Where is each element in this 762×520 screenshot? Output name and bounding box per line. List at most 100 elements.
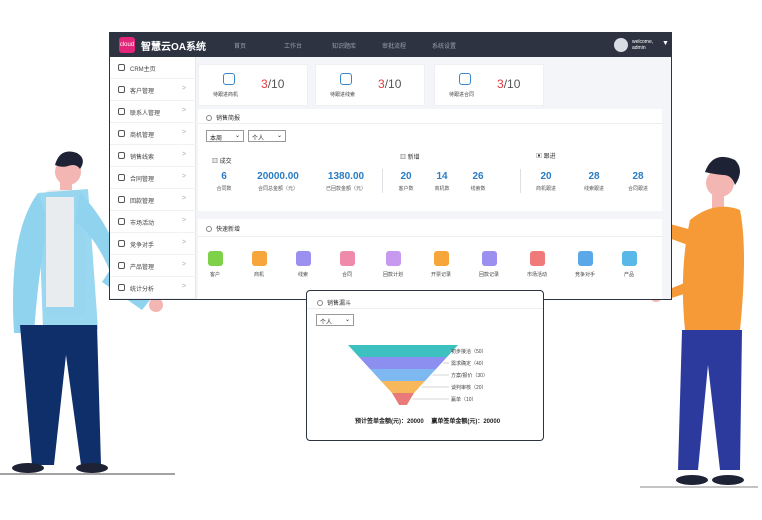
funnel-stage bbox=[392, 393, 414, 405]
todo-card-opportunities[interactable]: 待跟进商机 3/10 bbox=[198, 64, 308, 106]
nav-settings[interactable]: 系统设置 bbox=[432, 41, 456, 50]
funnel-stage-label: 初步接洽（50） bbox=[451, 348, 487, 355]
added-group-label: ▥ 新增 bbox=[400, 155, 420, 161]
todo-label: 待跟进线索 bbox=[330, 92, 356, 98]
quick-add-item[interactable]: 回款记录 bbox=[474, 251, 504, 278]
stat-value: 14 bbox=[436, 171, 448, 182]
funnel-stage-label: 方案/报价（30） bbox=[451, 372, 488, 379]
stat-label: 客户数 bbox=[398, 186, 414, 192]
funnel-stage-label: 赢单（10） bbox=[451, 396, 477, 403]
period-select[interactable]: 本周 ⌄ bbox=[206, 130, 244, 142]
quick-add-item[interactable]: 回款计划 bbox=[378, 251, 408, 278]
stat-label: 已回款金额（元） bbox=[325, 186, 366, 192]
quick-add-item[interactable]: 合同 bbox=[332, 251, 362, 278]
nav-knowledge[interactable]: 知识题库 bbox=[332, 41, 356, 50]
stats-icon bbox=[118, 284, 125, 291]
quick-add-item[interactable]: 产品 bbox=[614, 251, 644, 278]
divider bbox=[382, 169, 383, 193]
stat-label: 合同跟进 bbox=[627, 186, 648, 192]
sidebar-item-stats[interactable]: 统计分析 > bbox=[110, 277, 196, 299]
sidebar-item-leads[interactable]: 销售线索 > bbox=[110, 145, 196, 167]
scope-select[interactable]: 个人 ⌄ bbox=[248, 130, 286, 142]
stat-value: 20 bbox=[540, 171, 552, 182]
stat-value: 28 bbox=[588, 171, 600, 182]
todo-card-leads[interactable]: 待跟进线索 3/10 bbox=[315, 64, 425, 106]
app-title: 智慧云OA系统 bbox=[141, 42, 206, 53]
nav-home[interactable]: 首页 bbox=[234, 41, 246, 50]
funnel-stage-label: 谈判审核（20） bbox=[451, 384, 487, 391]
home-icon bbox=[118, 64, 125, 71]
quick-add-item[interactable]: 客户 bbox=[200, 251, 230, 278]
quick-add-icon bbox=[481, 251, 497, 266]
stat-label: 合同数 bbox=[216, 186, 232, 192]
funnel-stage bbox=[381, 381, 425, 393]
sidebar-item-campaigns[interactable]: 市场活动 > bbox=[110, 211, 196, 233]
quick-add-item[interactable]: 线索 bbox=[288, 251, 318, 278]
add-icon bbox=[206, 226, 212, 232]
app-logo: cloud bbox=[119, 37, 135, 53]
sidebar-item-competitors[interactable]: 竞争对手 > bbox=[110, 233, 196, 255]
deal-group-label: ▥ 成交 bbox=[212, 159, 232, 165]
sidebar-item-contracts[interactable]: 合同管理 > bbox=[110, 167, 196, 189]
opportunity-icon bbox=[223, 73, 235, 85]
todo-count: 3/10 bbox=[378, 77, 402, 91]
quick-add-label: 商机 bbox=[253, 272, 264, 278]
payment-icon bbox=[118, 196, 125, 203]
funnel-stage bbox=[359, 357, 447, 369]
funnel-footer: 预计签单金额(元)：20000 赢单签单金额(元)：20000 bbox=[355, 419, 501, 425]
quick-add-label: 市场活动 bbox=[526, 272, 547, 278]
contract-icon bbox=[459, 73, 471, 85]
quick-add-label: 回款记录 bbox=[478, 272, 499, 278]
todo-card-contracts[interactable]: 待跟进合同 3/10 bbox=[434, 64, 544, 106]
quick-add-item[interactable]: 竞争对手 bbox=[570, 251, 600, 278]
stat-label: 线索跟进 bbox=[583, 186, 604, 192]
quick-add-item[interactable]: 市场活动 bbox=[522, 251, 552, 278]
funnel-stage bbox=[370, 369, 436, 381]
quick-add-label: 合同 bbox=[341, 272, 352, 278]
quick-add-item[interactable]: 商机 bbox=[244, 251, 274, 278]
avatar[interactable] bbox=[614, 38, 628, 52]
campaign-icon bbox=[118, 218, 125, 225]
quick-add-label: 回款计划 bbox=[382, 272, 403, 278]
nav-approval[interactable]: 审批流程 bbox=[382, 41, 406, 50]
quick-add-icon bbox=[207, 251, 223, 266]
crm-window: cloud 智慧云OA系统 首页 工作台 知识题库 审批流程 系统设置 welc… bbox=[109, 32, 672, 300]
leads-icon bbox=[118, 152, 125, 159]
sidebar-item-products[interactable]: 产品管理 > bbox=[110, 255, 196, 277]
quick-add-icon bbox=[251, 251, 267, 266]
user-greeting[interactable]: welcome, admin bbox=[632, 39, 653, 51]
todo-count: 3/10 bbox=[497, 77, 521, 91]
stat-label: 合同总金额（元） bbox=[257, 186, 298, 192]
stat-value: 26 bbox=[472, 171, 484, 182]
stat-value: 20000.00 bbox=[257, 171, 299, 182]
quick-add-panel: 快速新增 客户 商机 线索 合同 回款计划 开票记录 回款记录 市场活动 竞争对手 产品 bbox=[198, 219, 662, 299]
quick-add-label: 线索 bbox=[297, 272, 308, 278]
quick-add-icon bbox=[339, 251, 355, 266]
quick-add-label: 产品 bbox=[623, 272, 634, 278]
stat-label: 线索数 bbox=[470, 186, 486, 192]
quick-add-icon bbox=[621, 251, 637, 266]
sidebar-item-contacts[interactable]: 联系人管理 > bbox=[110, 101, 196, 123]
sidebar-item-crm-home[interactable]: CRM主页 bbox=[110, 57, 196, 79]
quick-add-icon bbox=[529, 251, 545, 266]
quick-add-item[interactable]: 开票记录 bbox=[426, 251, 456, 278]
funnel-stage-label: 需求确定（40） bbox=[451, 360, 487, 367]
chevron-down-icon[interactable]: ▼ bbox=[662, 40, 669, 47]
brief-icon bbox=[206, 115, 212, 121]
sidebar-item-customers[interactable]: 客户管理 > bbox=[110, 79, 196, 101]
customer-icon bbox=[118, 86, 125, 93]
sales-funnel-panel: 销售漏斗 个人 ⌄ 初步接洽（50） 需求确定（40） 方案/报价（30） 谈判审核（2… bbox=[306, 290, 544, 441]
opportunity-icon bbox=[118, 130, 125, 137]
contact-icon bbox=[118, 108, 125, 115]
panel-title: 快速新增 bbox=[206, 224, 240, 233]
todo-label: 待跟进商机 bbox=[213, 92, 239, 98]
quick-add-label: 开票记录 bbox=[430, 272, 451, 278]
divider bbox=[520, 169, 521, 193]
nav-workbench[interactable]: 工作台 bbox=[284, 41, 302, 50]
sidebar-item-payments[interactable]: 回款管理 > bbox=[110, 189, 196, 211]
sidebar-item-opportunities[interactable]: 商机管理 > bbox=[110, 123, 196, 145]
quick-add-label: 竞争对手 bbox=[574, 272, 595, 278]
quick-add-icon bbox=[295, 251, 311, 266]
stat-value: 20 bbox=[400, 171, 412, 182]
chevron-down-icon: ⌄ bbox=[276, 133, 282, 139]
